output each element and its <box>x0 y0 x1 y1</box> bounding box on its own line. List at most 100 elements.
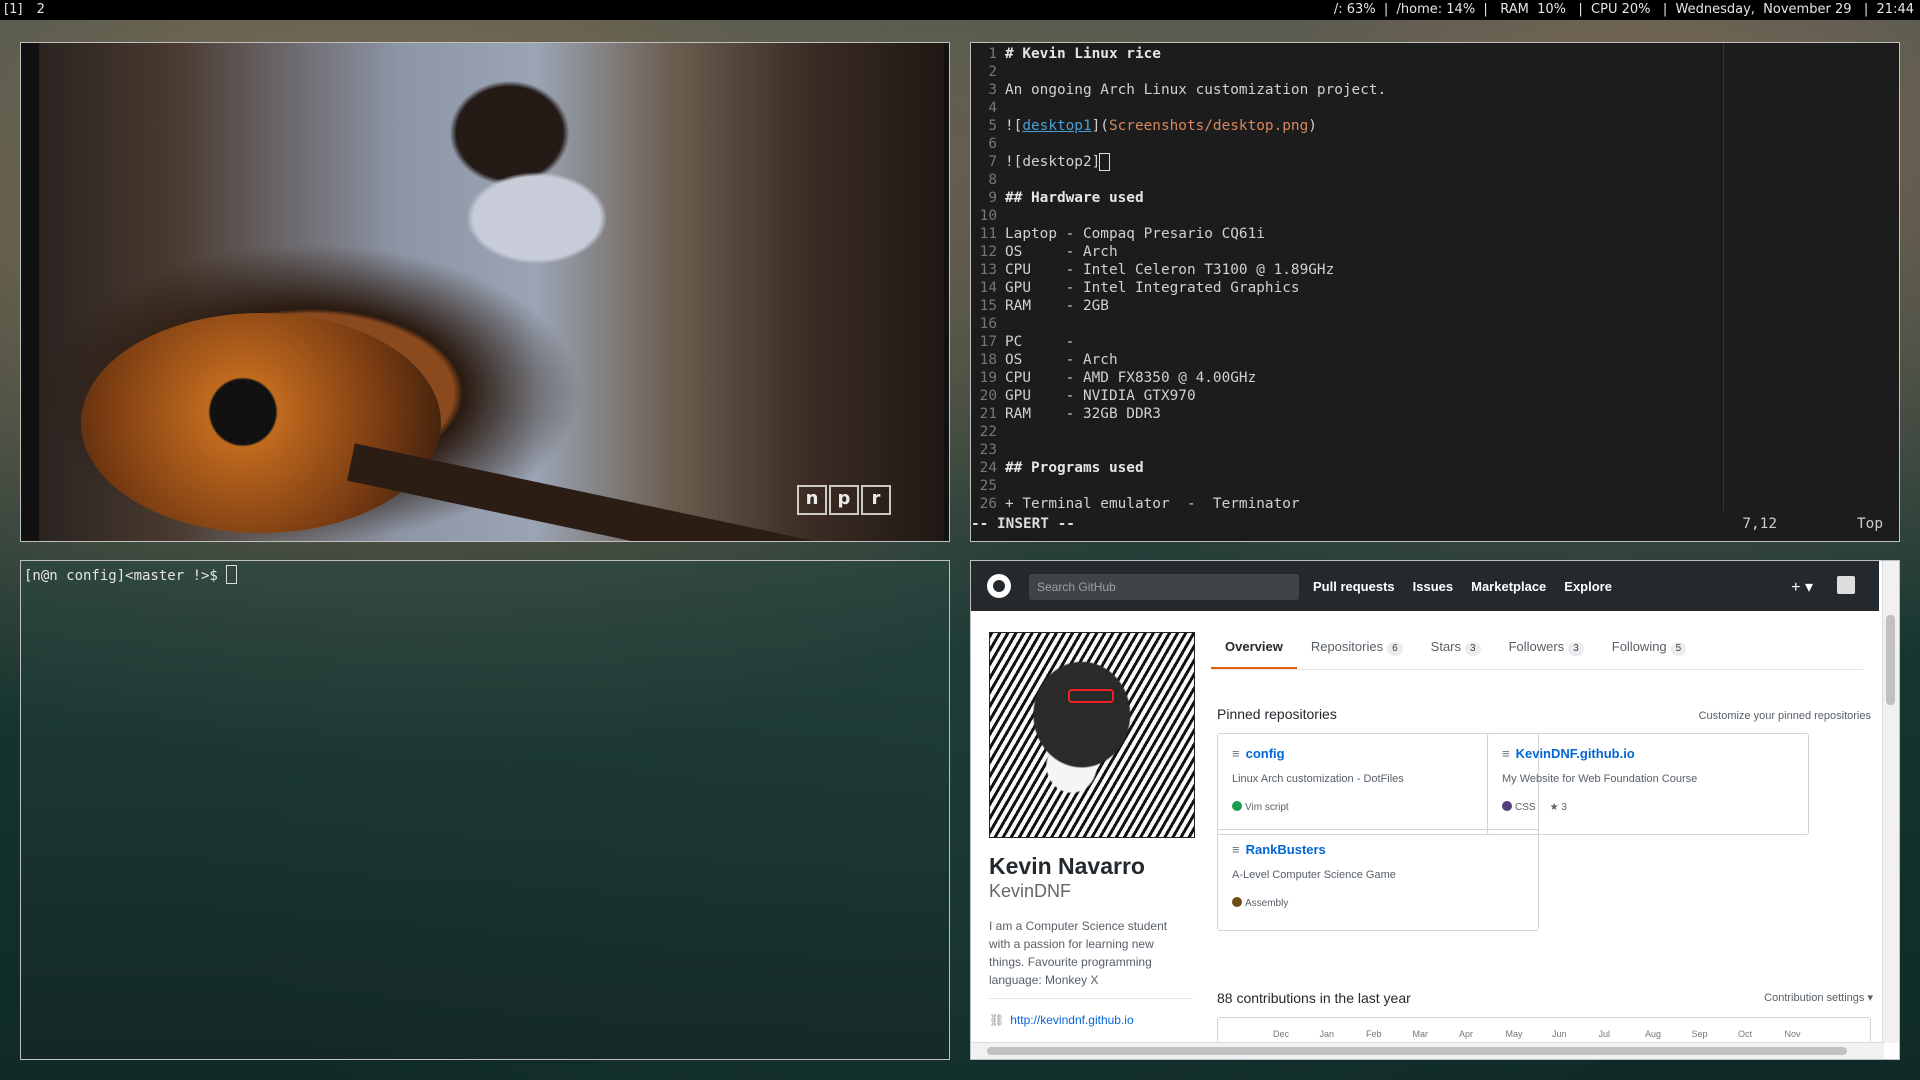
editor-line[interactable]: 4 <box>971 99 1899 117</box>
language-color-dot <box>1232 801 1242 811</box>
editor-line[interactable]: 6 <box>971 135 1899 153</box>
pinned-repos-heading: Pinned repositories <box>1217 706 1337 722</box>
repo-language: Assembly <box>1232 897 1288 909</box>
shell-prompt: [n@n config]<master !>$ <box>24 568 227 584</box>
create-new-menu[interactable]: + ▾ <box>1791 577 1813 597</box>
github-profile-window[interactable]: Search GitHub Pull requests Issues Marke… <box>970 560 1900 1060</box>
line-number: 4 <box>988 100 997 116</box>
editor-line[interactable]: 12 OS - Arch <box>971 243 1899 261</box>
line-text: PC - <box>1005 334 1075 350</box>
editor-line[interactable]: 25 <box>971 477 1899 495</box>
vim-editor-window[interactable]: 1 # Kevin Linux rice 2 3 An ongoing Arch Lin… <box>970 42 1900 542</box>
profile-website[interactable]: ⛓ http://kevindnf.github.io <box>989 1013 1134 1027</box>
editor-line[interactable]: 14 GPU - Intel Integrated Graphics <box>971 279 1899 297</box>
editor-line[interactable]: 19 CPU - AMD FX8350 @ 4.00GHz <box>971 369 1899 387</box>
repo-title[interactable]: ≡ config <box>1232 746 1524 761</box>
profile-username: KevinDNF <box>989 881 1072 901</box>
editor-line[interactable]: 20 GPU - NVIDIA GTX970 <box>971 387 1899 405</box>
nav-issues[interactable]: Issues <box>1413 579 1453 594</box>
editor-line[interactable]: 9 ## Hardware used <box>971 189 1899 207</box>
line-number: 7 <box>988 154 997 170</box>
line-number: 14 <box>979 280 997 296</box>
editor-line[interactable]: 13 CPU - Intel Celeron T3100 @ 1.89GHz <box>971 261 1899 279</box>
editor-line[interactable]: 2 <box>971 63 1899 81</box>
line-number: 2 <box>988 64 997 80</box>
repo-title[interactable]: ≡ KevinDNF.github.io <box>1502 746 1794 761</box>
editor-line[interactable]: 17 PC - <box>971 333 1899 351</box>
editor-line[interactable]: 24 ## Programs used <box>971 459 1899 477</box>
nav-explore[interactable]: Explore <box>1564 579 1612 594</box>
tab-overview[interactable]: Overview <box>1211 629 1297 669</box>
editor-line[interactable]: 22 <box>971 423 1899 441</box>
customize-pins-link[interactable]: Customize your pinned repositories <box>1699 710 1871 722</box>
profile-website-link[interactable]: http://kevindnf.github.io <box>1010 1013 1133 1027</box>
guitar-image <box>81 313 441 533</box>
terminal-cursor <box>226 565 238 584</box>
repo-icon: ≡ <box>1232 746 1240 761</box>
scroll-position: Top <box>1857 516 1883 532</box>
line-text: An ongoing Arch Linux customization proj… <box>1005 82 1387 98</box>
repo-name-link[interactable]: config <box>1246 746 1285 761</box>
profile-bio: I am a Computer Science student with a p… <box>989 919 1168 987</box>
line-number: 21 <box>979 406 997 422</box>
month-label: Jul <box>1598 1029 1611 1039</box>
editor-line[interactable]: 15 RAM - 2GB <box>971 297 1899 315</box>
line-number: 23 <box>979 442 997 458</box>
editor-line[interactable]: 10 <box>971 207 1899 225</box>
month-label: Jan <box>1319 1029 1335 1039</box>
vertical-scrollbar[interactable] <box>1882 561 1899 1043</box>
line-text: GPU - Intel Integrated Graphics <box>1005 280 1300 296</box>
contribution-settings-button[interactable]: Contribution settings ▾ <box>1764 991 1873 1004</box>
editor-line[interactable]: 23 <box>971 441 1899 459</box>
editor-line[interactable]: 1 # Kevin Linux rice <box>971 45 1899 63</box>
profile-avatar[interactable] <box>989 632 1195 838</box>
repo-name-link[interactable]: KevinDNF.github.io <box>1516 746 1635 761</box>
line-text: Laptop - Compaq Presario CQ61i <box>1005 226 1265 242</box>
line-text: CPU - Intel Celeron T3100 @ 1.89GHz <box>1005 262 1335 278</box>
month-label: Oct <box>1738 1029 1753 1039</box>
line-number: 25 <box>979 478 997 494</box>
nav-pull-requests[interactable]: Pull requests <box>1313 579 1395 594</box>
tab-followers[interactable]: Followers 3 <box>1495 629 1598 669</box>
editor-buffer[interactable]: 1 # Kevin Linux rice 2 3 An ongoing Arch Lin… <box>971 45 1899 513</box>
user-menu-avatar[interactable] <box>1837 576 1855 594</box>
line-text: RAM - 2GB <box>1005 298 1109 314</box>
editor-line[interactable]: 11 Laptop - Compaq Presario CQ61i <box>971 225 1899 243</box>
cursor-position: 7,12 <box>1742 516 1777 532</box>
month-label: Dec <box>1273 1029 1290 1039</box>
horizontal-scroll-thumb[interactable] <box>987 1047 1847 1055</box>
editor-line[interactable]: 7 ![desktop2] <box>971 153 1899 171</box>
editor-line[interactable]: 16 <box>971 315 1899 333</box>
editor-line[interactable]: 26 + Terminal emulator - Terminator <box>971 495 1899 513</box>
repo-meta: CSS ★ 3 <box>1502 801 1794 813</box>
editor-line[interactable]: 5 ![desktop1](Screenshots/desktop.png) <box>971 117 1899 135</box>
workspace-1[interactable]: [1] <box>4 2 22 17</box>
nav-marketplace[interactable]: Marketplace <box>1471 579 1546 594</box>
repo-name-link[interactable]: RankBusters <box>1246 842 1326 857</box>
line-text: ## Hardware used <box>1005 190 1144 206</box>
editor-line[interactable]: 8 <box>971 171 1899 189</box>
tab-count-badge: 6 <box>1387 642 1403 656</box>
repo-title[interactable]: ≡ RankBusters <box>1232 842 1524 857</box>
terminal-window[interactable]: [n@n config]<master !>$ <box>20 560 950 1060</box>
month-label: Nov <box>1784 1029 1801 1039</box>
repo-stars[interactable]: ★ 3 <box>1550 802 1567 813</box>
star-icon: ★ <box>1549 801 1562 813</box>
pinned-repo-card[interactable]: ≡ RankBusters A-Level Computer Science Gam… <box>1217 829 1539 931</box>
editor-line[interactable]: 18 OS - Arch <box>971 351 1899 369</box>
profile-divider <box>989 998 1193 999</box>
workspace-2[interactable]: 2 <box>37 2 45 17</box>
horizontal-scrollbar[interactable] <box>971 1042 1884 1059</box>
vertical-scroll-thumb[interactable] <box>1886 615 1895 705</box>
github-logo-icon[interactable] <box>987 574 1011 598</box>
tab-repositories[interactable]: Repositories 6 <box>1297 629 1417 669</box>
github-search-input[interactable]: Search GitHub <box>1029 574 1299 600</box>
terminal-prompt-line[interactable]: [n@n config]<master !>$ <box>24 565 238 584</box>
line-number: 18 <box>979 352 997 368</box>
video-player-window[interactable]: n p r <box>20 42 950 542</box>
pinned-repo-card[interactable]: ≡ KevinDNF.github.io My Website for Web Fo… <box>1487 733 1809 835</box>
tab-stars[interactable]: Stars 3 <box>1417 629 1495 669</box>
tab-following[interactable]: Following 5 <box>1598 629 1700 669</box>
editor-line[interactable]: 21 RAM - 32GB DDR3 <box>971 405 1899 423</box>
editor-line[interactable]: 3 An ongoing Arch Linux customization pro… <box>971 81 1899 99</box>
